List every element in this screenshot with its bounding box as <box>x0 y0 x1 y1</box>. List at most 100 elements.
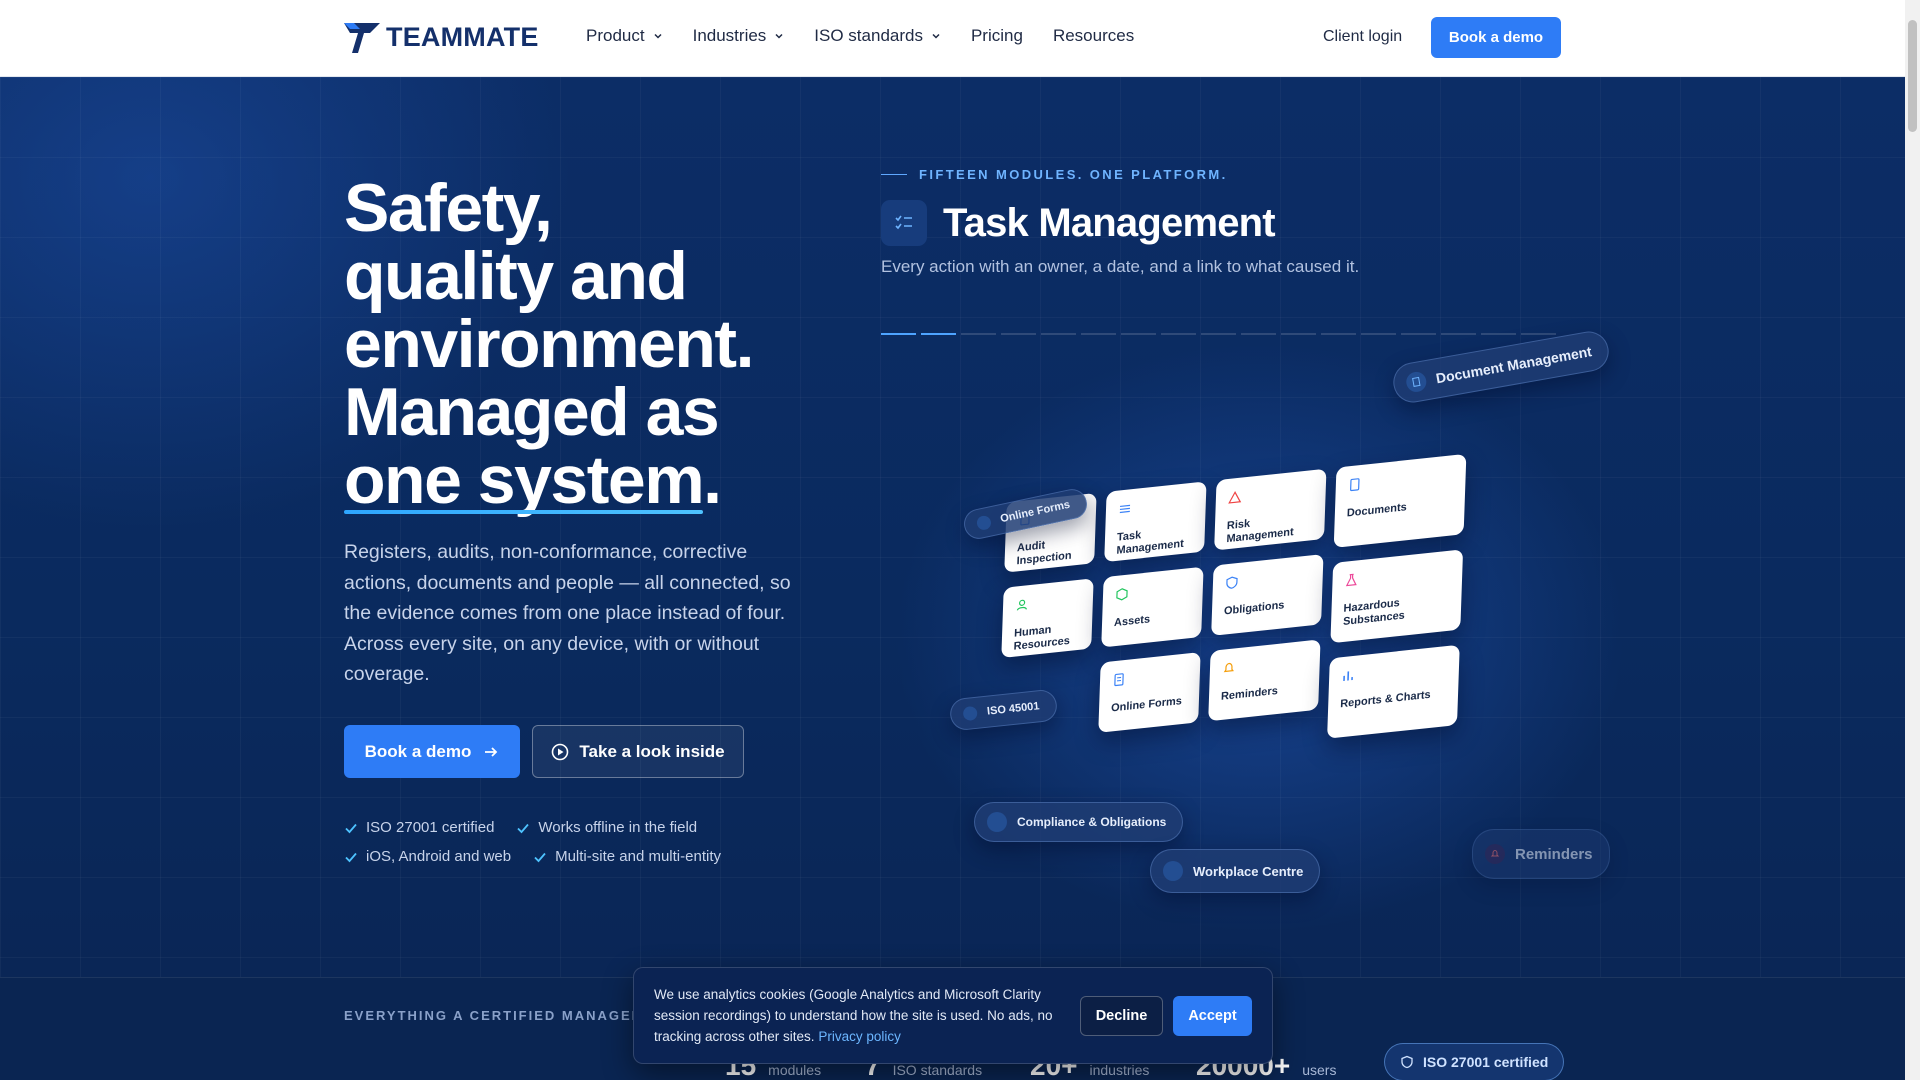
shield-icon <box>1401 1055 1413 1069</box>
person-icon <box>1016 599 1027 611</box>
privacy-policy-link[interactable]: Privacy policy <box>818 1029 901 1044</box>
nav-item-iso-standards[interactable]: ISO standards <box>814 26 941 46</box>
nav-links: Product Industries ISO standards Pricing… <box>586 26 1134 46</box>
take-a-look-button[interactable]: Take a look inside <box>532 725 744 778</box>
progress-segment[interactable] <box>1121 333 1156 335</box>
button-label: Take a look inside <box>579 741 725 761</box>
hero-headline: Safety, quality and environment. Managed… <box>344 174 804 514</box>
client-login-link[interactable]: Client login <box>1323 28 1402 46</box>
nav-item-label: Resources <box>1052 26 1135 45</box>
card-label: Audit Inspection <box>1016 539 1072 568</box>
headline-line: environment. <box>344 306 754 382</box>
feature-item: Multi-site and multi-entity <box>533 848 721 865</box>
tag-label: Reminders <box>1515 845 1593 863</box>
button-label: Book a demo <box>364 741 472 761</box>
progress-segment[interactable] <box>1521 333 1556 335</box>
bell-icon <box>1223 662 1234 673</box>
showcase-eyebrow: FIFTEEN MODULES. ONE PLATFORM. <box>881 167 1228 182</box>
progress-segment[interactable] <box>1401 333 1436 335</box>
building-icon <box>1163 861 1183 881</box>
progress-segment[interactable] <box>961 333 996 335</box>
warning-icon <box>1228 491 1242 504</box>
module-card-assets[interactable]: Assets <box>1101 566 1204 648</box>
module-card-task-management[interactable]: Task Management <box>1104 481 1207 563</box>
module-progress <box>881 333 1556 335</box>
document-icon <box>1404 370 1428 394</box>
nav-item-label: Industries <box>692 26 767 45</box>
module-card-obligations[interactable]: Obligations <box>1211 553 1324 636</box>
active-module-description: Every action with an owner, a date, and … <box>881 257 1360 276</box>
cube-icon <box>1116 588 1128 601</box>
card-label: Documents <box>1346 501 1407 520</box>
progress-segment[interactable] <box>1241 333 1276 335</box>
nav-item-resources[interactable]: Resources <box>1053 26 1134 46</box>
feature-label: ISO 27001 certified <box>366 819 495 836</box>
module-card-reports-charts[interactable]: Reports & Charts <box>1327 644 1460 739</box>
progress-segment[interactable] <box>1481 333 1516 335</box>
progress-segment[interactable] <box>1161 333 1196 335</box>
headline-line: quality and <box>344 238 688 314</box>
feature-item: ISO 27001 certified <box>344 819 494 836</box>
headline-end: . <box>703 442 722 518</box>
chevron-down-icon <box>775 33 783 39</box>
eyebrow-line <box>881 174 907 175</box>
hero-book-demo-button[interactable]: Book a demo <box>344 725 520 778</box>
progress-segment[interactable] <box>1281 333 1316 335</box>
tag-workplace-centre[interactable]: Workplace Centre <box>1150 849 1321 893</box>
nav-item-pricing[interactable]: Pricing <box>971 26 1023 46</box>
nav-item-industries[interactable]: Industries <box>693 26 785 46</box>
tag-label: Compliance & Obligations <box>1017 815 1167 829</box>
progress-segment[interactable] <box>1041 333 1076 335</box>
module-card-reminders[interactable]: Reminders <box>1208 639 1321 722</box>
tag-reminders[interactable]: Reminders <box>1472 829 1610 879</box>
shield-icon <box>987 812 1007 832</box>
module-card-human-resources[interactable]: Human Resources <box>1001 578 1094 659</box>
chevron-down-icon <box>932 33 940 39</box>
scrollbar-thumb[interactable] <box>1908 20 1917 132</box>
tag-label: Online Forms <box>999 498 1072 526</box>
cookie-decline-button[interactable]: Decline <box>1080 996 1163 1036</box>
headline-underlined: one system <box>344 442 705 518</box>
progress-segment[interactable] <box>1321 333 1356 335</box>
cookie-accept-button[interactable]: Accept <box>1173 996 1252 1036</box>
progress-segment[interactable] <box>1361 333 1396 335</box>
brand-logo[interactable]: TEAMMATE <box>344 22 539 53</box>
module-card-risk-management[interactable]: Risk Management <box>1214 468 1327 551</box>
stat-label: ISO standards <box>892 1062 983 1078</box>
stat-label: users <box>1302 1062 1337 1078</box>
tag-compliance-obligations[interactable]: Compliance & Obligations <box>974 802 1184 842</box>
iso-27001-badge: ISO 27001 certified <box>1384 1043 1565 1080</box>
module-card-online-forms[interactable]: Online Forms <box>1098 652 1201 733</box>
headline-line: Safety, <box>344 170 553 246</box>
logo-mark-icon <box>344 22 380 53</box>
feature-list: ISO 27001 certified Works offline in the… <box>344 813 804 871</box>
progress-segment[interactable] <box>1081 333 1116 335</box>
top-nav: TEAMMATE Product Industries ISO standard… <box>0 0 1905 77</box>
card-label: Human Resources <box>1013 623 1071 653</box>
feature-item: Works offline in the field <box>516 819 697 836</box>
progress-segment[interactable] <box>1201 333 1236 335</box>
scrollbar[interactable] <box>1905 0 1920 1080</box>
badge-label: ISO 27001 certified <box>1423 1054 1549 1070</box>
task-list-icon <box>881 200 927 246</box>
check-icon <box>517 823 530 833</box>
module-card-documents[interactable]: Documents <box>1333 453 1467 548</box>
flask-icon <box>1345 573 1357 587</box>
module-board: Audit Inspection Task Management Risk Ma… <box>997 354 1510 788</box>
progress-segment[interactable] <box>921 333 956 335</box>
progress-segment[interactable] <box>881 333 916 335</box>
nav-item-product[interactable]: Product <box>586 26 663 46</box>
eyebrow-text: FIFTEEN MODULES. ONE PLATFORM. <box>919 167 1228 182</box>
stat-label: industries <box>1089 1062 1150 1078</box>
progress-segment[interactable] <box>1001 333 1036 335</box>
play-circle-icon <box>552 743 569 760</box>
progress-segment[interactable] <box>1441 333 1476 335</box>
module-card-hazardous-substances[interactable]: Hazardous Substances <box>1330 549 1464 644</box>
nav-book-demo-button[interactable]: Book a demo <box>1431 17 1561 58</box>
card-label: Hazardous Substances <box>1342 596 1405 628</box>
feature-label: Works offline in the field <box>538 819 698 836</box>
arrow-right-icon <box>485 746 498 757</box>
card-label: Task Management <box>1116 529 1184 557</box>
nav-item-label: ISO standards <box>814 26 923 45</box>
cookie-banner: We use analytics cookies (Google Analyti… <box>633 967 1273 1064</box>
